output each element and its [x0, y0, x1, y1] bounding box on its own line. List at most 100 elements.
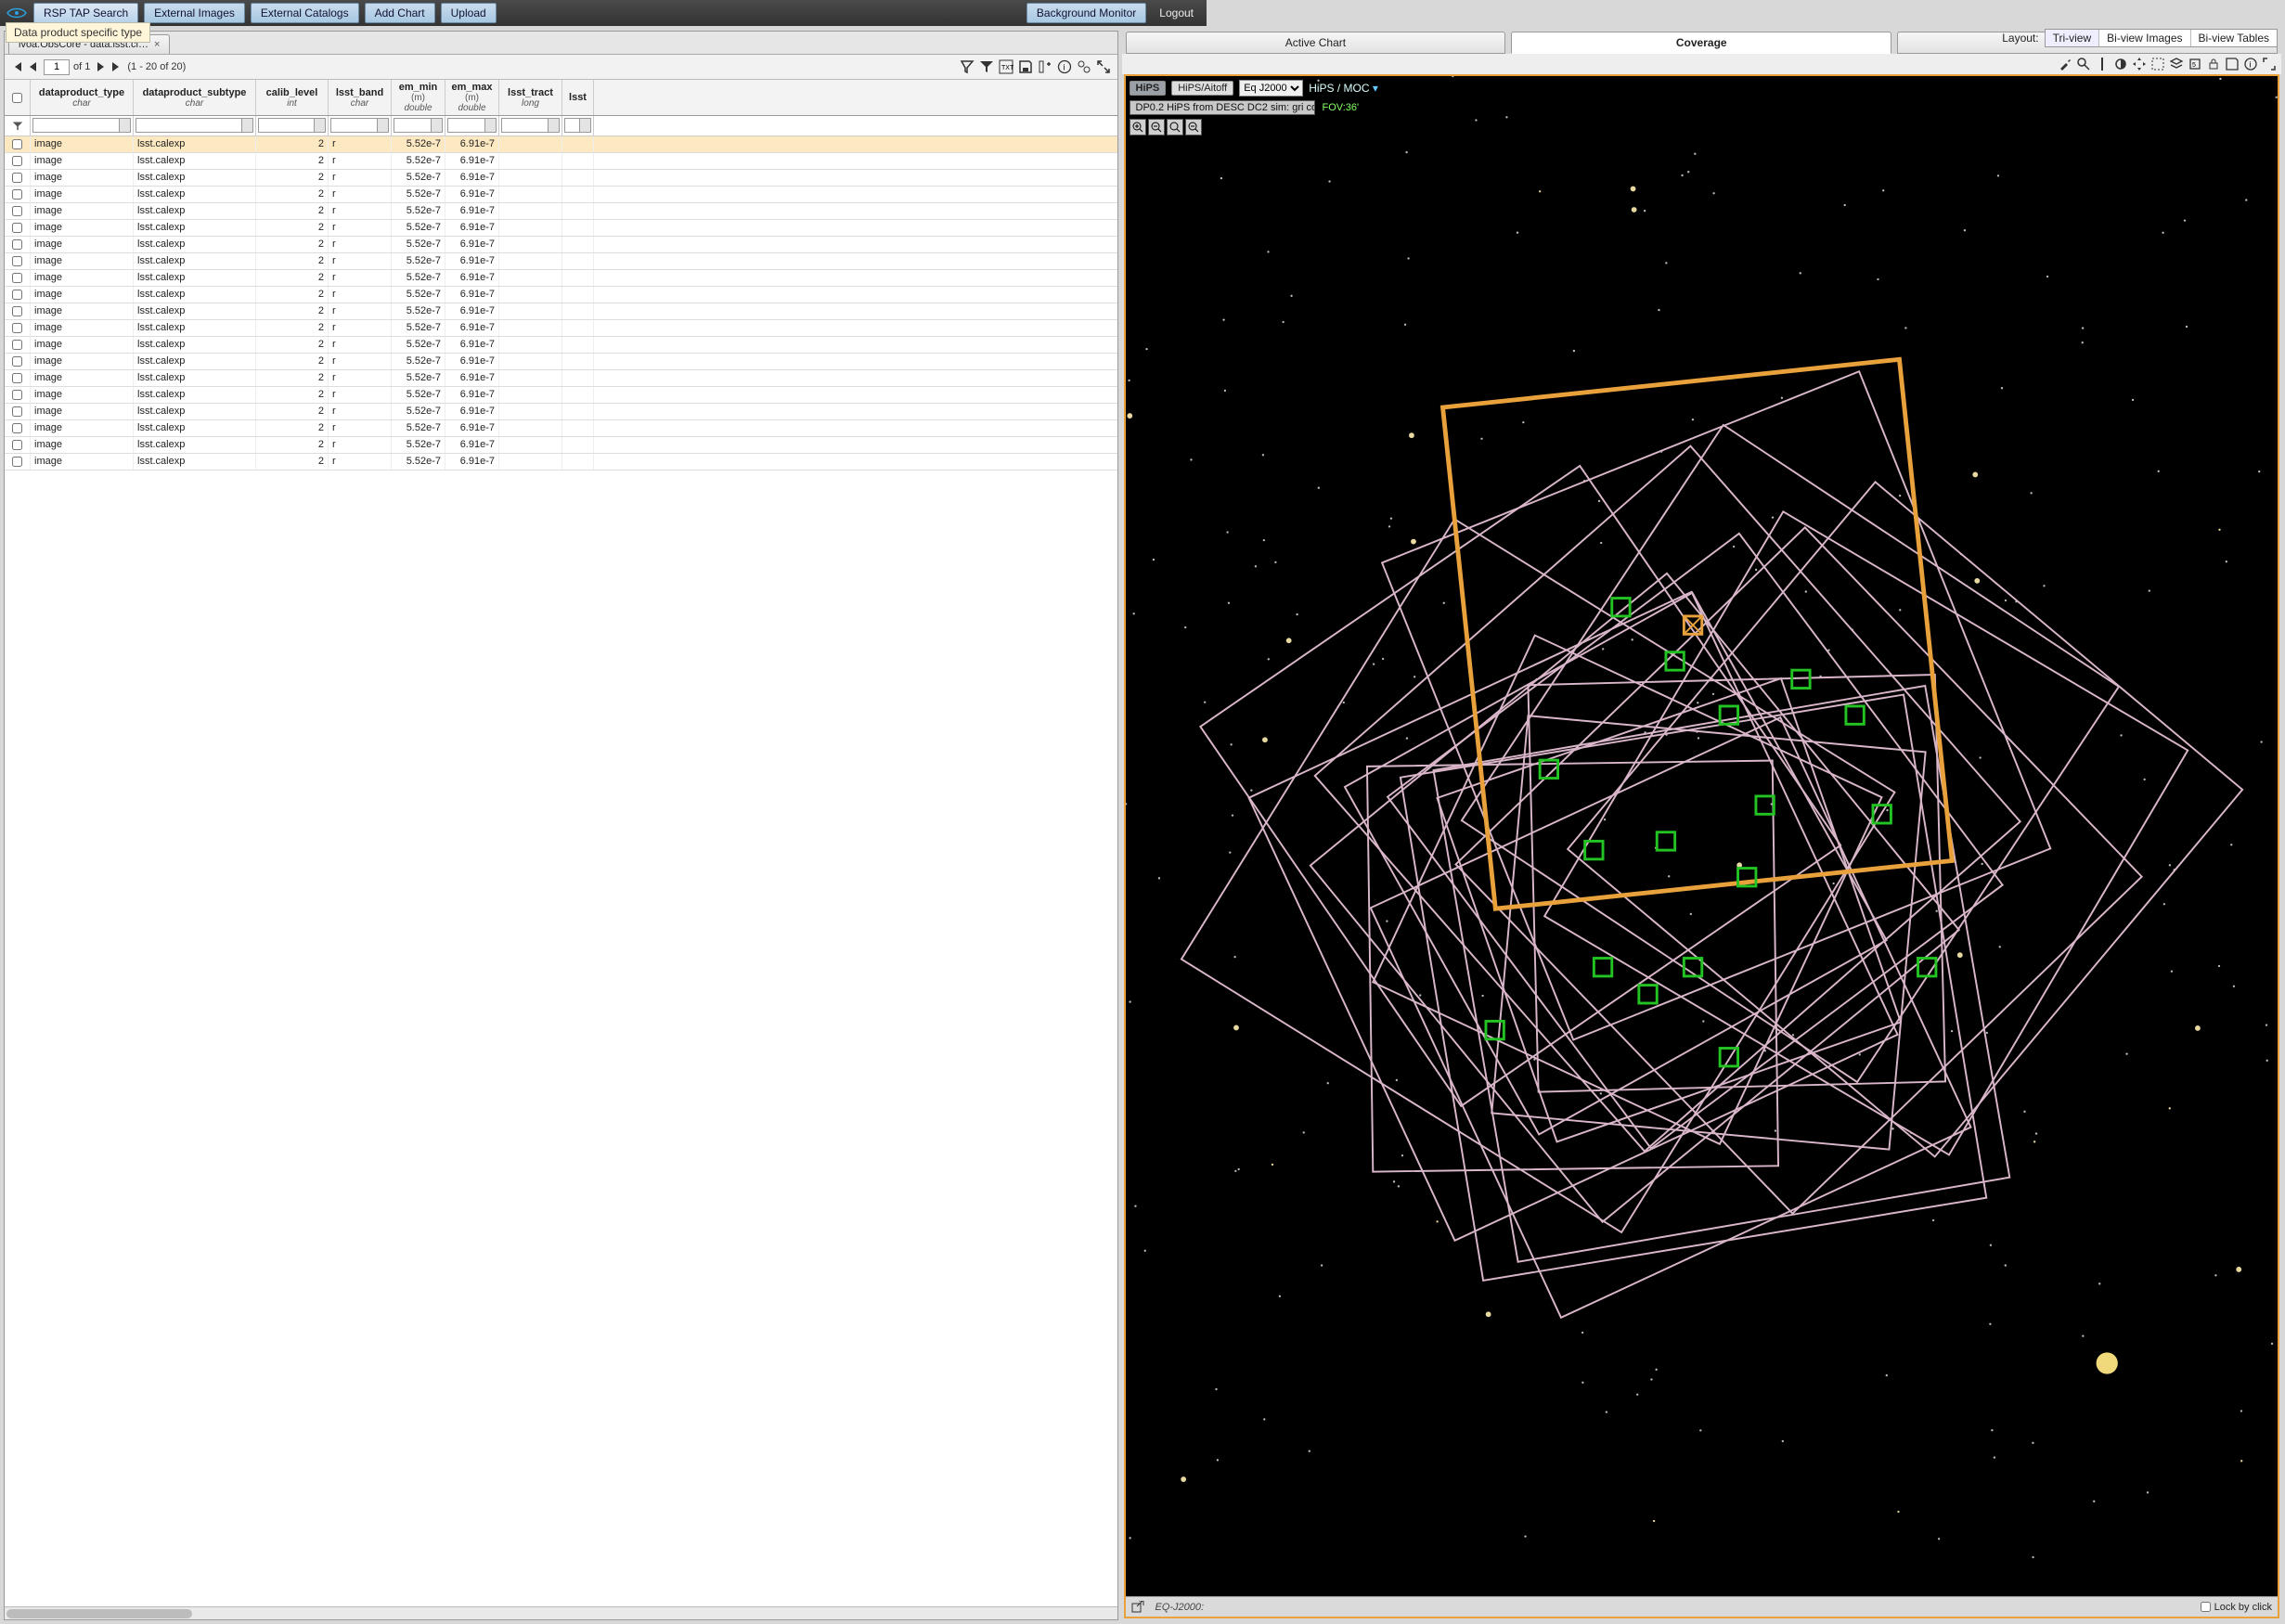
recenter-icon[interactable]	[2131, 56, 2148, 72]
lock-by-click-toggle[interactable]: Lock by click	[2201, 1602, 2272, 1613]
select-region-icon[interactable]	[2149, 56, 2166, 72]
column-filter-input[interactable]	[445, 116, 499, 135]
table-row[interactable]: imagelsst.calexp2r5.52e-76.91e-7	[5, 153, 1117, 170]
column-filter-input[interactable]	[562, 116, 594, 135]
text-view-icon[interactable]: TXT	[998, 58, 1014, 75]
next-page-icon[interactable]	[94, 60, 107, 73]
add-chart-button[interactable]: Add Chart	[365, 3, 435, 23]
table-row[interactable]: imagelsst.calexp2r5.52e-76.91e-7	[5, 187, 1117, 203]
settings-icon[interactable]	[1076, 58, 1092, 75]
tap-search-button[interactable]: RSP TAP Search	[33, 3, 138, 23]
popout-icon[interactable]	[1131, 1601, 1144, 1614]
color-icon[interactable]	[2112, 56, 2129, 72]
table-row[interactable]: imagelsst.calexp2r5.52e-76.91e-7	[5, 287, 1117, 303]
layout-tri-view[interactable]: Tri-view	[2046, 30, 2100, 46]
logout-link[interactable]: Logout	[1152, 6, 1201, 19]
table-pager: of 1 (1 - 20 of 20) TXT i	[5, 55, 1117, 80]
zoom-1x-icon[interactable]	[1185, 119, 1202, 135]
column-header[interactable]: dataproduct_typechar	[31, 80, 134, 115]
table-row[interactable]: imagelsst.calexp2r5.52e-76.91e-7	[5, 454, 1117, 470]
zoom-fit-icon[interactable]	[1167, 119, 1183, 135]
coord-frame-select[interactable]: Eq J2000	[1239, 80, 1303, 97]
table-body: imagelsst.calexp2r5.52e-76.91e-7imagelss…	[5, 136, 1117, 470]
svg-text:5: 5	[2192, 62, 2196, 69]
column-filter-input[interactable]	[499, 116, 562, 135]
svg-text:i: i	[1063, 63, 1065, 72]
table-row[interactable]: imagelsst.calexp2r5.52e-76.91e-7	[5, 404, 1117, 420]
lock-icon[interactable]	[2205, 56, 2222, 72]
column-header[interactable]: lsst	[562, 80, 594, 115]
zoom-icon[interactable]	[2075, 56, 2092, 72]
page-range-label: (1 - 20 of 20)	[127, 61, 186, 72]
last-page-icon[interactable]	[110, 60, 123, 73]
layout-switcher: Layout: Tri-view Bi-view Images Bi-view …	[2002, 29, 2278, 47]
table-row[interactable]: imagelsst.calexp2r5.52e-76.91e-7	[5, 170, 1117, 187]
external-images-button[interactable]: External Images	[144, 3, 245, 23]
table-row[interactable]: imagelsst.calexp2r5.52e-76.91e-7	[5, 220, 1117, 237]
column-filter-input[interactable]	[134, 116, 256, 135]
table-row[interactable]: imagelsst.calexp2r5.52e-76.91e-7	[5, 437, 1117, 454]
column-header[interactable]: dataproduct_subtypechar	[134, 80, 256, 115]
column-filter-input[interactable]	[31, 116, 134, 135]
add-column-icon[interactable]	[1037, 58, 1053, 75]
expand-viewer-icon[interactable]	[2261, 56, 2278, 72]
table-row[interactable]: imagelsst.calexp2r5.52e-76.91e-7	[5, 237, 1117, 253]
column-header[interactable]: lsst_bandchar	[329, 80, 392, 115]
table-row[interactable]: imagelsst.calexp2r5.52e-76.91e-7	[5, 270, 1117, 287]
filter-icon[interactable]	[978, 58, 995, 75]
save-icon[interactable]	[1017, 58, 1034, 75]
column-header[interactable]: lsst_tractlong	[499, 80, 562, 115]
table-row[interactable]: imagelsst.calexp2r5.52e-76.91e-7	[5, 420, 1117, 437]
table-row[interactable]: imagelsst.calexp2r5.52e-76.91e-7	[5, 203, 1117, 220]
background-monitor-button[interactable]: Background Monitor	[1026, 3, 1146, 23]
zoom-out-icon[interactable]	[1148, 119, 1165, 135]
table-row[interactable]: imagelsst.calexp2r5.52e-76.91e-7	[5, 370, 1117, 387]
layers-icon[interactable]	[2168, 56, 2185, 72]
first-page-icon[interactable]	[10, 60, 23, 73]
zoom-controls	[1130, 119, 1202, 135]
select-all-checkbox[interactable]	[5, 80, 31, 115]
column-header[interactable]: calib_levelint	[256, 80, 329, 115]
filter-row-icon[interactable]	[5, 116, 31, 135]
image-toolbar: 5 i	[1122, 54, 2282, 74]
image-viewer[interactable]: HiPS HiPS/Aitoff Eq J2000 HiPS / MOC ▾ D…	[1124, 74, 2280, 1618]
table-row[interactable]: imagelsst.calexp2r5.52e-76.91e-7	[5, 136, 1117, 153]
layout-biview-images[interactable]: Bi-view Images	[2099, 30, 2190, 46]
actions-menu-icon[interactable]	[959, 58, 975, 75]
hips-projection-button[interactable]: HiPS/Aitoff	[1171, 81, 1233, 96]
column-filter-input[interactable]	[329, 116, 392, 135]
hips-moc-label[interactable]: HiPS / MOC ▾	[1309, 82, 1378, 95]
column-header[interactable]: em_max(m)double	[445, 80, 499, 115]
table-row[interactable]: imagelsst.calexp2r5.52e-76.91e-7	[5, 253, 1117, 270]
column-filter-input[interactable]	[256, 116, 329, 135]
layout-biview-tables[interactable]: Bi-view Tables	[2191, 30, 2277, 46]
table-row[interactable]: imagelsst.calexp2r5.52e-76.91e-7	[5, 354, 1117, 370]
expand-icon[interactable]	[1095, 58, 1112, 75]
horizontal-scrollbar[interactable]	[5, 1606, 1117, 1619]
prev-page-icon[interactable]	[27, 60, 40, 73]
hips-mode-button[interactable]: HiPS	[1130, 81, 1167, 96]
coord-sys-label: EQ-J2000:	[1155, 1602, 1205, 1613]
marker-icon[interactable]: 5	[2187, 56, 2203, 72]
table-row[interactable]: imagelsst.calexp2r5.52e-76.91e-7	[5, 303, 1117, 320]
svg-text:TXT: TXT	[1001, 65, 1013, 71]
column-header[interactable]: em_min(m)double	[392, 80, 445, 115]
column-filter-input[interactable]	[392, 116, 445, 135]
close-icon[interactable]: ×	[154, 39, 160, 50]
save-image-icon[interactable]	[2224, 56, 2240, 72]
ruler-icon[interactable]	[2094, 56, 2111, 72]
results-panel: ivoa.ObsCore - data.lsst.cl… × of 1 (1 -…	[4, 31, 1118, 1620]
info-icon[interactable]: i	[2242, 56, 2259, 72]
table-row[interactable]: imagelsst.calexp2r5.52e-76.91e-7	[5, 337, 1117, 354]
page-number-input[interactable]	[44, 59, 70, 75]
viewer-footer: EQ-J2000: Lock by click	[1126, 1596, 2279, 1617]
external-catalogs-button[interactable]: External Catalogs	[251, 3, 359, 23]
tools-icon[interactable]	[2057, 56, 2073, 72]
zoom-in-icon[interactable]	[1130, 119, 1146, 135]
tab-active-chart[interactable]: Active Chart	[1126, 32, 1506, 54]
info-icon[interactable]: i	[1056, 58, 1073, 75]
upload-button[interactable]: Upload	[441, 3, 497, 23]
tab-coverage[interactable]: Coverage	[1511, 32, 1891, 54]
table-row[interactable]: imagelsst.calexp2r5.52e-76.91e-7	[5, 320, 1117, 337]
table-row[interactable]: imagelsst.calexp2r5.52e-76.91e-7	[5, 387, 1117, 404]
